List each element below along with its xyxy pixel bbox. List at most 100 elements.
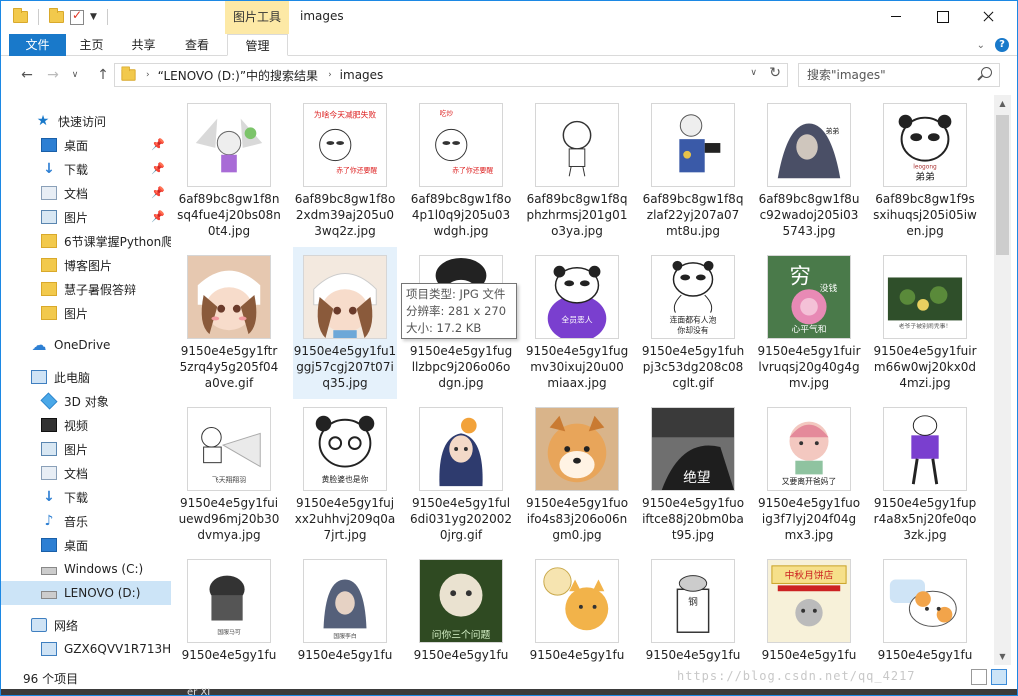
image-thumbnail [187,103,271,187]
nav-desktop[interactable]: 桌面 📌 [1,133,171,157]
help-icon[interactable]: ? [995,38,1009,52]
nav-folder-defense[interactable]: 慧子暑假答辩 [1,277,171,301]
large-icons-view-icon[interactable] [991,669,1007,685]
chevron-right-icon[interactable]: › [146,70,150,80]
nav-this-pc[interactable]: 此电脑 [1,365,171,389]
nav-folder-blog-images[interactable]: 博客图片 [1,253,171,277]
file-name: 9150e4e5gy1fugmv30ixuj20u00miaax.jpg [525,344,629,390]
file-tile[interactable]: 全员恶人 9150e4e5gy1fugmv30ixuj20u00miaax.jp… [525,247,629,399]
nav-pc-pictures[interactable]: 图片 [1,437,171,461]
tab-manage[interactable]: 管理 [227,34,288,56]
nav-network-computer[interactable]: GZX6QVV1R713H [1,637,171,661]
file-grid: 6af89bc8gw1f8nsq4fue4j20bs08n0t4.jpg 为啥今… [177,95,993,665]
file-tile[interactable]: 绝望 9150e4e5gy1fuoiftce88j20bm0bat95.jpg [641,399,745,551]
file-tile[interactable]: 9150e4e5gy1ftr5zrq4y5g205f04a0ve.gif [177,247,281,399]
close-button[interactable] [965,1,1011,32]
search-box[interactable] [798,63,1000,87]
nav-label: 博客图片 [64,258,113,273]
forward-arrow-icon[interactable]: → [43,65,63,85]
expand-ribbon-icon[interactable]: ⌄ [977,40,985,51]
file-tile[interactable]: 飞天翔翔羽 9150e4e5gy1fuiuewd96mj20b30dvmya.j… [177,399,281,551]
folder-icon[interactable] [13,8,28,23]
breadcrumb-search-results[interactable]: “LENOVO (D:)”中的搜索结果 [158,67,318,84]
nav-documents[interactable]: 文档 📌 [1,181,171,205]
properties-icon[interactable] [70,8,84,25]
image-thumbnail [187,255,271,339]
svg-text:赤了你还要醒: 赤了你还要醒 [336,165,377,174]
chevron-right-icon[interactable]: › [328,70,332,80]
scroll-down-arrow-icon[interactable]: ▼ [994,648,1011,665]
address-dropdown-icon[interactable]: ∨ [750,68,757,78]
file-explorer-window: ▼ 图片工具 images 文件 主页 共享 查看 管理 ⌄ ? ← → ∨ ↑… [0,0,1018,696]
vertical-scrollbar[interactable]: ▲ ▼ [994,95,1011,665]
file-tile[interactable]: 又要离开爸妈了 9150e4e5gy1fuoig3f7lyj204f04gmx3… [757,399,861,551]
file-tile[interactable]: 连面都有人泡 你却没有 9150e4e5gy1fuhpj3c53dg208c08c… [641,247,745,399]
tab-file[interactable]: 文件 [9,34,66,56]
file-tile[interactable]: 6af89bc8gw1f8qzlaf22yj207a07mt8u.jpg [641,95,745,247]
file-tile[interactable]: 9150e4e5gy1fuoifo4s83j206o06ngm0.jpg [525,399,629,551]
breadcrumb-images[interactable]: images [340,68,384,82]
scroll-up-arrow-icon[interactable]: ▲ [994,95,1011,112]
file-tile[interactable]: 9150e4e5gy1ful6di031yg2020020jrg.gif [409,399,513,551]
file-tile[interactable]: 问你三个问题 9150e4e5gy1fu [409,551,513,665]
image-thumbnail: 连面都有人泡 你却没有 [651,255,735,339]
refresh-icon[interactable]: ↻ [769,65,781,81]
file-tile-selected[interactable]: 9150e4e5gy1fu1ggj57cgj207t07iq35.jpg [293,247,397,399]
file-tile[interactable]: 国服李白 9150e4e5gy1fu [293,551,397,665]
file-tile[interactable]: 国服马可 9150e4e5gy1fu [177,551,281,665]
nav-label: 下载 [64,162,89,177]
file-tile[interactable]: 吃炒 赤了你还要醒 6af89bc8gw1f8o4p1l0q9j205u03wdg… [409,95,513,247]
maximize-button[interactable] [919,1,965,32]
file-tile[interactable]: 黄脸婆也是你 9150e4e5gy1fujxx2uhhvj209q0a7jrt.… [293,399,397,551]
file-tile[interactable]: 9150e4e5gy1fu [873,551,977,665]
file-tile[interactable]: 为啥今天减肥失败 赤了你还要醒 6af89bc8gw1f8o2xdm39aj205… [293,95,397,247]
search-icon[interactable] [981,67,992,78]
nav-folder-pictures[interactable]: 图片 [1,301,171,325]
address-bar[interactable]: › “LENOVO (D:)”中的搜索结果 › images ∨ ↻ [114,63,788,87]
customize-dropdown-icon[interactable]: ▼ [90,12,97,22]
file-tile[interactable]: 9150e4e5gy1fu [525,551,629,665]
svg-text:问你三个问题: 问你三个问题 [432,628,491,641]
image-thumbnail: 钢 [651,559,735,643]
file-tile[interactable]: 弟弟 6af89bc8gw1f8uc92wadoj205i035743.jpg [757,95,861,247]
nav-pc-documents[interactable]: 文档 [1,461,171,485]
file-tile[interactable]: 中秋月饼店 9150e4e5gy1fu [757,551,861,665]
tab-share[interactable]: 共享 [121,34,166,56]
svg-text:国服李白: 国服李白 [333,632,356,640]
file-tile[interactable]: 老爷子被别闹秃事！ 9150e4e5gy1fuirm66w0wj20kx0d4m… [873,247,977,399]
nav-videos[interactable]: 视频 [1,413,171,437]
file-tile[interactable]: 9150e4e5gy1fupr4a8x5nj20fe0qo3zk.jpg [873,399,977,551]
recent-locations-chevron-icon[interactable]: ∨ [65,65,85,85]
scrollbar-thumb[interactable] [996,115,1009,255]
file-name: 9150e4e5gy1fuirm66w0wj20kx0d4mzi.jpg [873,344,977,390]
nav-onedrive[interactable]: ☁ OneDrive [1,333,171,357]
nav-music[interactable]: ♪ 音乐 [1,509,171,533]
drive-icon [41,567,57,575]
nav-label: Windows (C:) [64,562,144,576]
image-thumbnail: 又要离开爸妈了 [767,407,851,491]
file-tile[interactable]: 6af89bc8gw1f8nsq4fue4j20bs08n0t4.jpg [177,95,281,247]
tab-view[interactable]: 查看 [173,34,221,56]
nav-quick-access[interactable]: ★ 快速访问 [1,109,171,133]
file-tile[interactable]: 6af89bc8gw1f8qphzhrmsj201g01o3ya.jpg [525,95,629,247]
nav-drive-c[interactable]: Windows (C:) [1,557,171,581]
back-arrow-icon[interactable]: ← [17,65,37,85]
up-arrow-icon[interactable]: ↑ [93,65,113,85]
nav-folder-python[interactable]: 6节课掌握Python爬 [1,229,171,253]
nav-pc-downloads[interactable]: ↓ 下载 [1,485,171,509]
file-tile[interactable]: leogong 弟弟 6af89bc8gw1f9ssxihuqsj205i05iw… [873,95,977,247]
nav-drive-d[interactable]: LENOVO (D:) [1,581,171,605]
nav-network[interactable]: 网络 [1,613,171,637]
nav-3d-objects[interactable]: 3D 对象 [1,389,171,413]
tab-home[interactable]: 主页 [69,34,114,56]
details-view-icon[interactable] [971,669,987,685]
nav-pictures[interactable]: 图片 📌 [1,205,171,229]
minimize-button[interactable] [873,1,919,32]
new-folder-icon[interactable] [49,8,64,23]
file-tile[interactable]: 钢 9150e4e5gy1fu [641,551,745,665]
search-input[interactable] [799,64,969,86]
nav-downloads[interactable]: ↓ 下载 📌 [1,157,171,181]
file-tile[interactable]: 穷没钱 心平气和 9150e4e5gy1fuirlvruqsj20g40g4gmv… [757,247,861,399]
pin-icon: 📌 [151,138,165,151]
nav-pc-desktop[interactable]: 桌面 [1,533,171,557]
